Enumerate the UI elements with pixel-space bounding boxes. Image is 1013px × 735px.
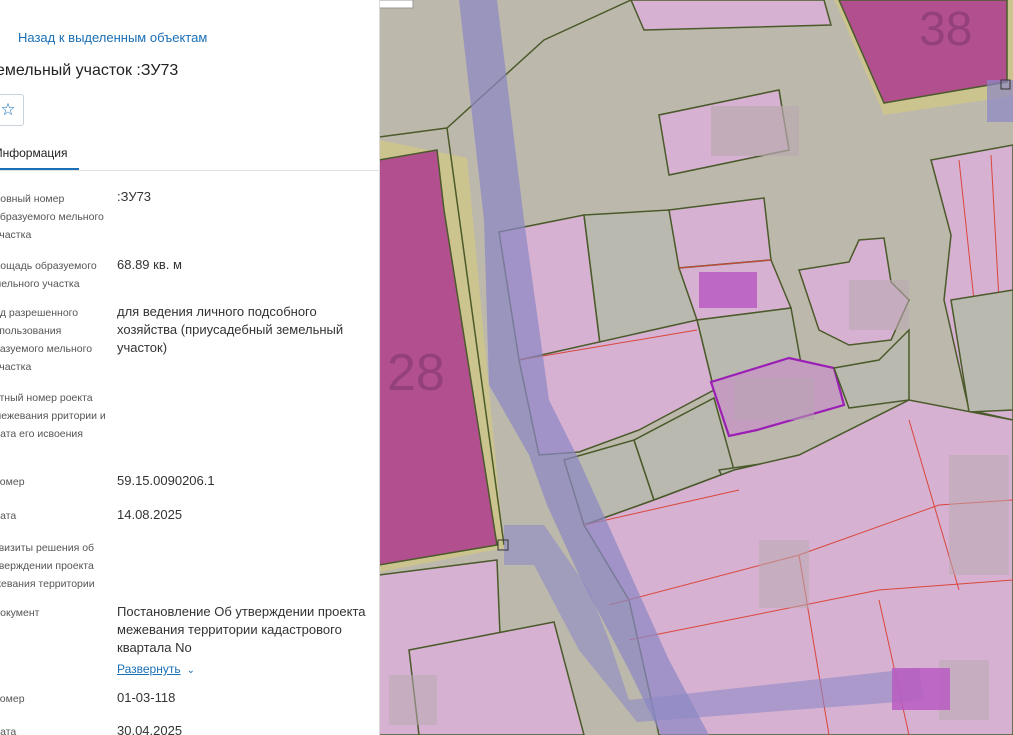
- building: [711, 106, 799, 156]
- building: [389, 675, 437, 725]
- back-to-selected-link[interactable]: ‹ Назад к выделенным объектам: [0, 28, 207, 46]
- attr-label: документ: [0, 607, 40, 619]
- attr-label: ловный номер образуемого мельного участк…: [0, 193, 104, 241]
- parcel[interactable]: [668, 197, 772, 269]
- attr-label: квизиты решения об тверждении проекта же…: [0, 542, 95, 590]
- page-title: емельный участок :ЗУ73: [0, 62, 179, 79]
- building-highlight: [699, 272, 757, 308]
- building: [759, 540, 809, 608]
- building: [734, 378, 814, 420]
- attr-label: номер: [0, 693, 25, 705]
- map-canvas[interactable]: 38 28: [379, 0, 1013, 735]
- building: [949, 455, 1009, 575]
- tab-bar: Информация: [0, 140, 379, 171]
- attr-label: ид разрешенного спользования разуемого м…: [0, 307, 93, 373]
- attr-value: 30.04.2025: [117, 723, 183, 735]
- expand-link[interactable]: Развернуть ⌄: [117, 662, 195, 676]
- chevron-down-icon: ⌄: [186, 665, 195, 676]
- attr-value: Постановление Об утверждении проекта меж…: [117, 604, 366, 655]
- chevron-left-icon: ‹: [0, 29, 8, 45]
- attr-value: 59.15.0090206.1: [117, 473, 215, 488]
- info-panel: ‹ Назад к выделенным объектам емельный у…: [0, 0, 380, 735]
- attr-value: 01-03-118: [117, 690, 176, 705]
- parcel-label-38: 38: [919, 3, 972, 56]
- attr-value: 14.08.2025: [117, 507, 183, 522]
- parcel-label-28: 28: [387, 344, 445, 402]
- star-icon: ☆: [0, 100, 16, 119]
- attr-label: етный номер роекта межевания рритории и …: [0, 392, 106, 440]
- map-control[interactable]: [379, 0, 414, 9]
- tab-information[interactable]: Информация: [0, 146, 80, 170]
- road-corridor-edge: [987, 80, 1013, 122]
- attr-label: номер: [0, 476, 25, 488]
- attr-label: дата: [0, 726, 17, 735]
- attr-value: 68.89 кв. м: [117, 257, 182, 272]
- attr-label: дата: [0, 510, 17, 522]
- attr-value: для ведения личного подсобного хозяйства…: [117, 304, 344, 355]
- expand-link-label: Развернуть: [117, 662, 181, 676]
- attr-label: лощадь образуемого мельного участка: [0, 260, 97, 290]
- favorite-button[interactable]: ☆: [0, 94, 24, 126]
- building-highlight: [892, 668, 950, 710]
- back-link-label: Назад к выделенным объектам: [18, 29, 208, 45]
- parcel[interactable]: [630, 0, 832, 31]
- attr-value: :ЗУ73: [117, 189, 152, 204]
- building: [849, 280, 909, 330]
